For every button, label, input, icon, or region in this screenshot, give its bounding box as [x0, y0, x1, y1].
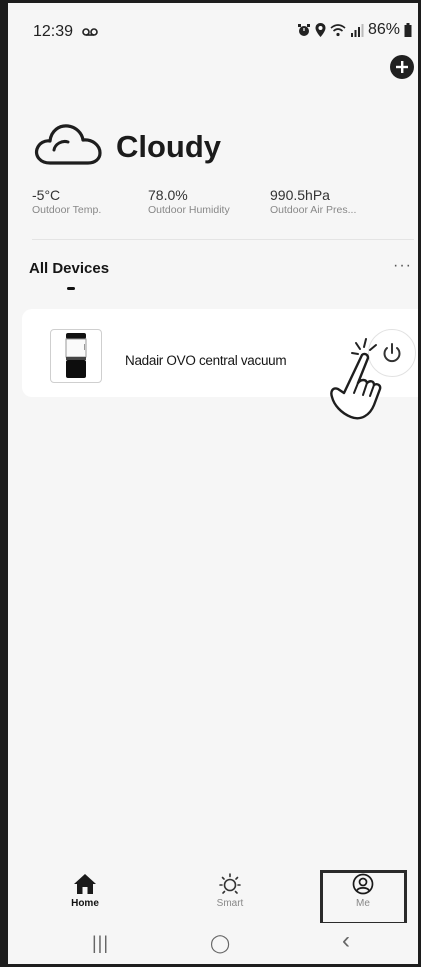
tab-all-devices[interactable]: All Devices — [29, 260, 109, 277]
status-time: 12:39 — [33, 23, 74, 40]
sun-icon — [219, 873, 241, 894]
wifi-icon — [330, 23, 346, 36]
status-bar: 12:39 86% — [8, 3, 418, 45]
add-device-button[interactable] — [390, 55, 414, 79]
signal-icon — [350, 23, 364, 37]
tab-indicator — [67, 287, 75, 290]
metric-label: Outdoor Humidity — [148, 204, 230, 216]
cloud-icon — [34, 124, 102, 165]
recent-apps-button[interactable]: ||| — [92, 933, 109, 954]
home-nav-button[interactable]: ◯ — [210, 933, 230, 954]
battery-icon — [404, 23, 412, 37]
tab-smart[interactable]: Smart — [190, 865, 270, 923]
metric-value: 78.0% — [148, 187, 188, 203]
alarm-icon — [297, 24, 310, 36]
divider — [32, 239, 414, 240]
more-options-button[interactable]: ··· — [393, 257, 412, 275]
status-icons: 86% — [297, 21, 412, 39]
metric-outdoor-humidity: 78.0% Outdoor Humidity — [148, 187, 230, 216]
device-name: Nadair OVO central vacuum — [125, 353, 287, 368]
voicemail-icon — [82, 28, 98, 36]
tab-home[interactable]: Home — [45, 865, 125, 923]
metric-label: Outdoor Temp. — [32, 204, 102, 216]
weather-condition: Cloudy — [116, 129, 222, 164]
metric-value: 990.5hPa — [270, 187, 330, 203]
location-icon — [315, 23, 326, 37]
metric-outdoor-air-pressure: 990.5hPa Outdoor Air Pres... — [270, 187, 356, 216]
me-tab-highlight-box — [320, 870, 407, 925]
vacuum-unit-icon — [65, 333, 87, 378]
device-thumbnail — [50, 329, 102, 383]
home-icon — [74, 874, 96, 894]
system-nav-bar: ||| ◯ ‹ — [8, 923, 418, 964]
phone-screen: 12:39 86% Cloudy -5°C Outdoor Temp. 78.0… — [0, 0, 421, 967]
tap-hand-icon — [330, 338, 382, 420]
plus-circle-icon — [396, 61, 408, 73]
battery-percent: 86% — [367, 21, 400, 38]
back-nav-button[interactable]: ‹ — [342, 927, 350, 955]
metric-value: -5°C — [32, 187, 61, 203]
tab-label: Smart — [216, 898, 244, 909]
metric-outdoor-temp: -5°C Outdoor Temp. — [32, 187, 101, 216]
tab-label: Home — [71, 898, 99, 909]
metric-label: Outdoor Air Pres... — [270, 204, 357, 216]
